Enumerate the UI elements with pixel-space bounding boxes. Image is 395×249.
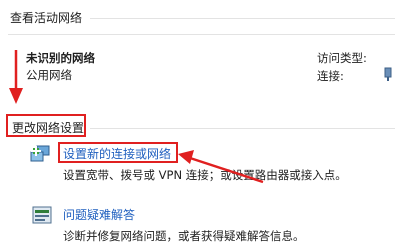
active-networks-heading: 查看活动网络 xyxy=(10,11,83,25)
troubleshoot-icon xyxy=(32,206,52,224)
link-highlight-box xyxy=(58,142,178,163)
network-setup-icon xyxy=(30,145,50,162)
access-type-label: 访问类型: xyxy=(317,51,367,65)
heading-divider xyxy=(90,18,395,19)
troubleshoot-link[interactable]: 问题疑难解答 xyxy=(63,209,135,221)
connections-label: 连接: xyxy=(317,69,344,83)
annotation-arrow-down xyxy=(9,50,23,104)
troubleshoot-description: 诊断并修复网络问题，或者获得疑难解答信息。 xyxy=(63,229,305,243)
annotation-arrow-left xyxy=(178,150,264,184)
network-name: 未识别的网络 xyxy=(26,51,95,65)
heading-highlight-box xyxy=(6,114,86,137)
ethernet-icon[interactable] xyxy=(383,67,393,82)
change-heading-divider xyxy=(90,128,395,129)
section-divider xyxy=(8,34,395,35)
network-type-link[interactable]: 公用网络 xyxy=(26,69,72,82)
